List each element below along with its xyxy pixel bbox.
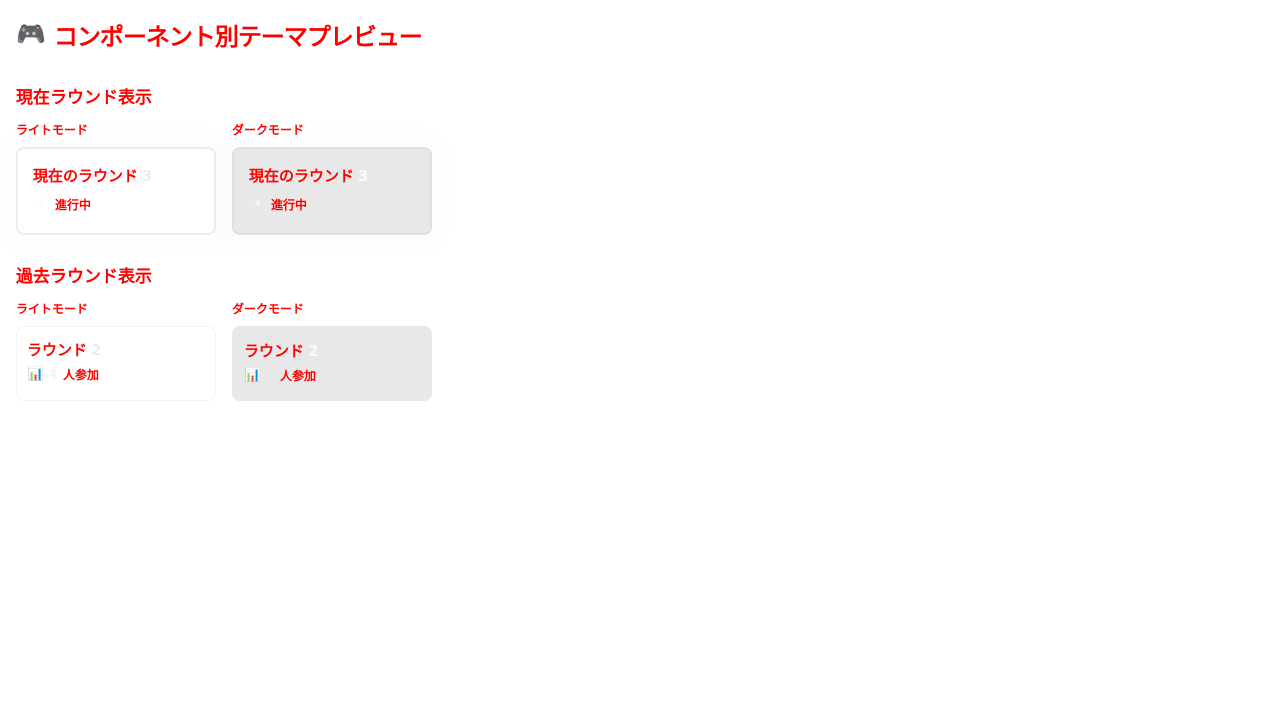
status-text: 進行中 [271, 197, 308, 212]
past-round-title: ラウンド 2 [27, 339, 215, 361]
round-number: 3 [358, 167, 369, 185]
past-round-title: ラウンド 2 [244, 340, 432, 362]
round-status: ⚡ 進行中 [249, 195, 430, 213]
current-round-title-text: 現在のラウンド [33, 167, 139, 185]
current-round-title: 現在のラウンド 3 [33, 165, 214, 187]
participants-label: 人参加 [280, 368, 317, 383]
theme-preview-page: 🎮 コンポーネント別テーマプレビュー 現在ラウンド表示 ライトモード 現在のラウ… [0, 0, 1280, 720]
status-text: 進行中 [55, 197, 92, 212]
round-number: 2 [308, 342, 319, 360]
lightning-icon: ⚡ [253, 196, 263, 212]
bar-chart-icon: 📊 [244, 367, 262, 383]
past-round-title-text: ラウンド [244, 342, 305, 360]
lightning-icon: ⚡ [37, 196, 47, 212]
round-status: ⚡ 進行中 [33, 195, 214, 213]
game-controller-icon: 🎮 [16, 20, 46, 48]
current-round-light-variant: ライトモード 現在のラウンド 3 ⚡ 進行中 [16, 122, 216, 235]
current-round-title: 現在のラウンド 3 [249, 165, 430, 187]
current-round-dark-variant: ダークモード 現在のラウンド 3 ⚡ 進行中 [232, 122, 432, 235]
light-mode-label: ライトモード [16, 123, 89, 137]
current-round-section: 現在ラウンド表示 ライトモード 現在のラウンド 3 ⚡ 進行中 ダークモード 現… [16, 86, 1264, 235]
current-round-title-text: 現在のラウンド [249, 167, 355, 185]
participant-count: 4 [266, 368, 275, 382]
bar-chart-icon: 📊 [27, 366, 45, 382]
current-round-heading: 現在ラウンド表示 [16, 88, 152, 108]
past-round-section: 過去ラウンド表示 ライトモード ラウンド 2 📊 4 人参加 ダークモード ラウ… [16, 265, 1264, 401]
past-round-card-dark: ラウンド 2 📊 4 人参加 [232, 326, 432, 401]
participant-count: 4 [49, 367, 58, 381]
past-round-card-light: ラウンド 2 📊 4 人参加 [16, 326, 216, 401]
light-mode-label: ライトモード [16, 302, 89, 316]
current-round-variants: ライトモード 現在のラウンド3 ⚡ 進行中 ダークモード 現在のラウンド3 [16, 122, 1264, 235]
participants-row: 📊 4 人参加 [27, 365, 215, 383]
participants-label: 人参加 [63, 367, 100, 382]
current-round-card-light: 現在のラウンド 3 ⚡ 進行中 [16, 147, 216, 235]
page-header: 🎮 コンポーネント別テーマプレビュー [16, 16, 1264, 52]
page-title: コンポーネント別テーマプレビュー [53, 22, 423, 51]
past-round-variants: ライトモード ラウンド 2 📊 4 人参加 ダークモード ラウンド 2 📊 4 … [16, 301, 1264, 401]
current-round-card-dark: 現在のラウンド 3 ⚡ 進行中 [232, 147, 432, 235]
round-number: 2 [91, 341, 102, 359]
dark-mode-label: ダークモード [232, 302, 305, 316]
round-number: 3 [142, 167, 153, 185]
participants-row: 📊 4 人参加 [244, 366, 432, 384]
past-round-light-variant: ライトモード ラウンド 2 📊 4 人参加 [16, 301, 216, 401]
past-round-heading: 過去ラウンド表示 [16, 267, 152, 287]
past-round-title-text: ラウンド [27, 341, 88, 359]
dark-mode-label: ダークモード [232, 123, 305, 137]
past-round-dark-variant: ダークモード ラウンド 2 📊 4 人参加 [232, 301, 432, 401]
